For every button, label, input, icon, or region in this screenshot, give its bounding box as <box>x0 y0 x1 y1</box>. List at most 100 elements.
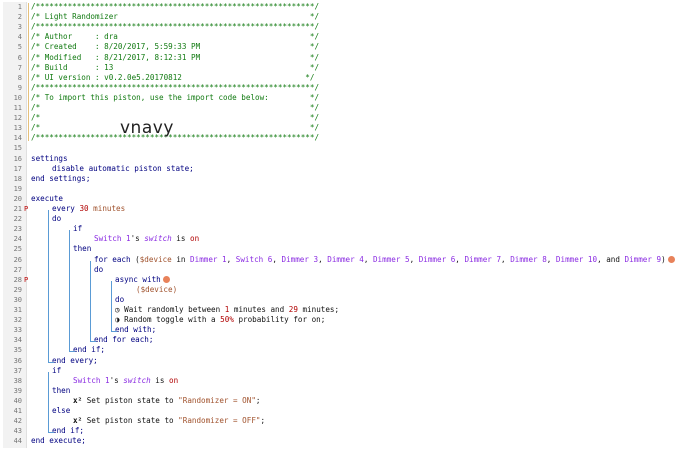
line-number: 6 <box>17 53 22 62</box>
code-text: end settings; <box>31 173 91 183</box>
line-number: 15 <box>13 144 22 153</box>
block-guide-line <box>48 371 54 434</box>
line-number: 4 <box>17 33 22 42</box>
code-line: 6 /* Modified : 8/21/2017, 8:12:31 PM */ <box>0 53 690 63</box>
line-flag-icon[interactable]: P <box>24 275 28 285</box>
line-number: 28 <box>13 275 22 284</box>
code-text: end every; <box>52 355 98 365</box>
line-number: 34 <box>13 336 22 345</box>
code-text: for each ($device in Dimmer 1, Switch 6,… <box>94 255 675 265</box>
block-guide-line <box>48 210 54 363</box>
code-text: end if; <box>73 345 106 355</box>
line-number: 26 <box>13 255 22 264</box>
code-line: 20 execute <box>0 194 690 204</box>
code-line: 37 if <box>0 366 690 376</box>
code-line: 22 do <box>0 214 690 224</box>
line-number: 33 <box>13 326 22 335</box>
code-text: end if; <box>52 426 85 436</box>
code-text: end for each; <box>94 335 154 345</box>
code-text: every 30 minutes <box>52 204 126 213</box>
line-number: 31 <box>13 306 22 314</box>
line-number: 1 <box>17 3 22 11</box>
code-line: 26 for each ($device in Dimmer 1, Switch … <box>0 255 690 265</box>
line-flag-icon[interactable]: P <box>24 204 28 214</box>
code-text: ◷ Wait randomly between 1 minutes and 29… <box>115 305 340 314</box>
code-line: 19 <box>0 184 690 194</box>
line-number: 24 <box>13 235 22 244</box>
code-line: 21 Pevery 30 minutes <box>0 204 690 214</box>
line-number: 23 <box>13 225 22 234</box>
line-number: 29 <box>13 285 22 294</box>
code-line: 24 Switch 1's switch is on <box>0 234 690 244</box>
line-number: 35 <box>13 346 22 355</box>
code-text: end execute; <box>31 436 86 446</box>
line-number: 11 <box>13 104 22 112</box>
line-number: 20 <box>13 194 22 203</box>
code-line: 1 /**************************************… <box>0 2 690 12</box>
code-text: Switch 1's switch is on <box>94 234 200 244</box>
code-line: 41 else <box>0 406 690 416</box>
line-number: 7 <box>17 63 22 72</box>
line-number: 3 <box>17 23 22 32</box>
code-line: 11 /* */ <box>0 103 690 113</box>
line-number: 43 <box>13 427 22 436</box>
line-number: 21 <box>13 205 22 213</box>
code-text: /***************************************… <box>31 82 320 92</box>
line-number: 38 <box>13 376 22 385</box>
code-text: /* To import this piston, use the import… <box>31 92 320 102</box>
code-line: 31 ◷ Wait randomly between 1 minutes and … <box>0 305 690 315</box>
code-line: 29 ($device) <box>0 285 690 295</box>
line-number: 10 <box>13 93 22 102</box>
code-line: 42 x² Set piston state to "Randomizer = O… <box>0 416 690 426</box>
code-line: 8 /* UI version : v0.2.0e5.20170812 */ <box>0 73 690 83</box>
line-number: 40 <box>13 396 22 405</box>
code-line: 35 end if; <box>0 345 690 355</box>
line-number: 18 <box>13 174 22 183</box>
code-text: /* Modified : 8/21/2017, 8:12:31 PM */ <box>31 52 320 62</box>
line-number: 12 <box>13 114 22 123</box>
piston-code-editor: 1 /**************************************… <box>0 0 690 450</box>
code-line: 36 end every; <box>0 356 690 366</box>
line-number: 27 <box>13 265 22 274</box>
code-text: /***************************************… <box>31 133 320 143</box>
code-line: 34 end for each; <box>0 335 690 345</box>
code-text: then <box>73 244 92 254</box>
code-text: then <box>52 385 71 395</box>
code-line: 25 then <box>0 244 690 254</box>
line-number: 14 <box>13 134 22 143</box>
line-number: 44 <box>13 437 22 446</box>
line-number: 8 <box>17 73 22 82</box>
line-number: 30 <box>13 295 22 304</box>
line-number: 16 <box>13 154 22 163</box>
block-guide-line <box>90 260 96 343</box>
code-text: /***************************************… <box>31 2 320 11</box>
code-line: 38 Switch 1's switch is on <box>0 376 690 386</box>
line-number: 32 <box>13 316 22 325</box>
code-text: settings <box>31 153 68 163</box>
line-number: 39 <box>13 386 22 395</box>
line-number: 13 <box>13 124 22 133</box>
code-text: end with; <box>115 325 157 335</box>
code-text: /***************************************… <box>31 22 320 32</box>
code-line: 4 /* Author : dra */ <box>0 32 690 42</box>
code-text: ◑ Random toggle with a 50% probability f… <box>115 315 326 325</box>
code-line: 3 /**************************************… <box>0 22 690 32</box>
code-line: 30 do <box>0 295 690 305</box>
line-number: 41 <box>13 407 22 415</box>
code-text: x² Set piston state to "Randomizer = OFF… <box>73 416 266 426</box>
code-text: /* */ <box>31 103 320 112</box>
code-text: /* Build : 13 */ <box>31 62 320 72</box>
line-number: 2 <box>17 13 22 22</box>
code-text: /* Author : dra */ <box>31 32 320 42</box>
code-text: /* UI version : v0.2.0e5.20170812 */ <box>31 72 315 82</box>
code-line: 12 /* */ <box>0 113 690 123</box>
code-text: disable automatic piston state; <box>52 163 194 173</box>
line-number: 36 <box>13 356 22 365</box>
code-line: 2 /* Light Randomizer */ <box>0 12 690 22</box>
code-line: 17 disable automatic piston state; <box>0 164 690 174</box>
line-number: 25 <box>13 245 22 254</box>
code-line: 7 /* Build : 13 */ <box>0 63 690 73</box>
code-text: else <box>52 406 71 415</box>
line-number: 22 <box>13 215 22 224</box>
line-number: 37 <box>13 366 22 375</box>
